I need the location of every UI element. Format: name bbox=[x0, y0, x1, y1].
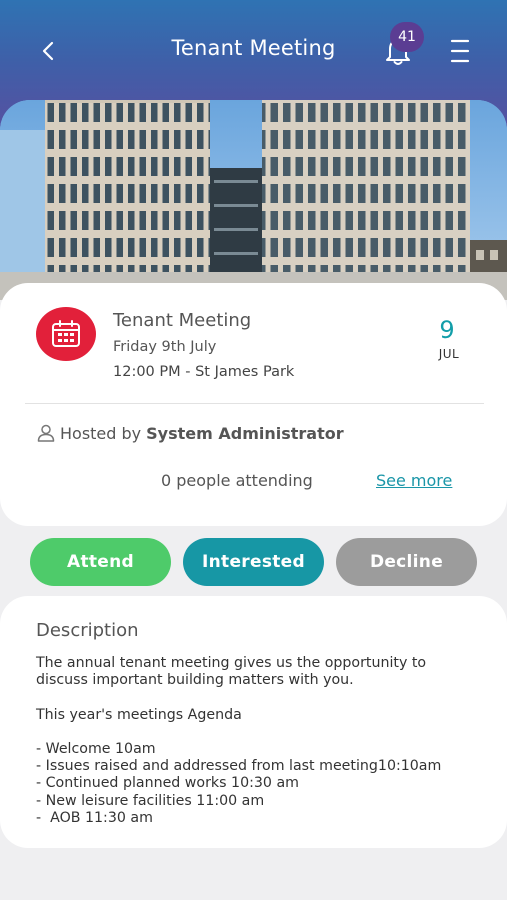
event-hero-image bbox=[0, 100, 507, 300]
card-divider bbox=[25, 403, 484, 404]
page-title: Tenant Meeting bbox=[171, 36, 336, 60]
event-time-location: 12:00 PM - St James Park bbox=[113, 364, 295, 380]
event-date: Friday 9th July bbox=[113, 339, 217, 355]
interested-button[interactable]: Interested bbox=[183, 538, 324, 586]
event-day-number: 9 bbox=[439, 316, 455, 344]
menu-icon bbox=[450, 39, 470, 63]
notification-count-badge: 41 bbox=[390, 22, 424, 52]
attend-button[interactable]: Attend bbox=[30, 538, 171, 586]
attending-count: 0 people attending bbox=[161, 471, 313, 490]
host-prefix: Hosted by bbox=[60, 423, 142, 443]
menu-button[interactable] bbox=[446, 34, 474, 68]
description-heading: Description bbox=[36, 620, 139, 641]
person-icon bbox=[37, 424, 55, 442]
calendar-badge bbox=[36, 307, 96, 361]
event-title: Tenant Meeting bbox=[113, 310, 252, 331]
calendar-icon bbox=[52, 320, 80, 347]
description-body: The annual tenant meeting gives us the o… bbox=[36, 655, 442, 826]
host-row: Hosted by System Administrator bbox=[36, 423, 344, 443]
event-month: JUL bbox=[438, 347, 460, 361]
host-name: System Administrator bbox=[146, 423, 344, 443]
decline-button[interactable]: Decline bbox=[336, 538, 477, 586]
see-more-link[interactable]: See more bbox=[376, 471, 452, 490]
